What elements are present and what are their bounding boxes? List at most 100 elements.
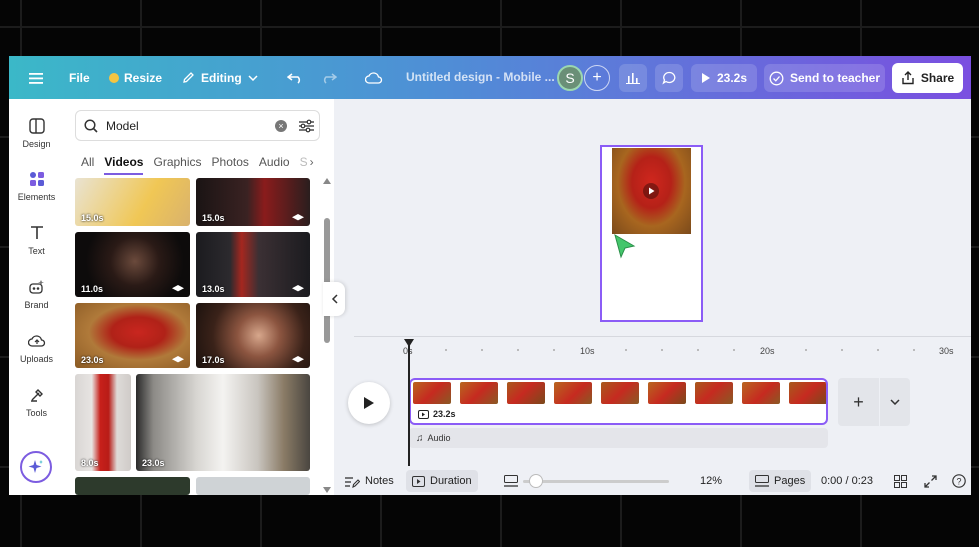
timeline-play-button[interactable] <box>348 382 390 424</box>
video-tile[interactable]: 23.0s <box>136 374 310 471</box>
rail-label-design: Design <box>22 139 51 149</box>
rail-item-brand[interactable]: Brand <box>9 277 64 310</box>
scrollbar-thumb[interactable] <box>324 218 330 343</box>
rail-label-elements: Elements <box>17 192 56 202</box>
ruler-label-10s: 10s <box>580 346 595 356</box>
rail-item-uploads[interactable]: Uploads <box>9 331 64 364</box>
design-page[interactable] <box>600 145 703 322</box>
video-tile[interactable]: 17.0s <box>196 303 310 368</box>
notes-button[interactable]: Notes <box>345 470 394 492</box>
video-tile[interactable]: 8.0s <box>75 374 131 471</box>
search-box[interactable]: Model × <box>75 110 320 141</box>
resize-label: Resize <box>124 70 163 85</box>
scroll-up-arrow[interactable] <box>323 178 331 184</box>
video-duration: 11.0s <box>81 284 104 294</box>
grid-view-icon[interactable] <box>894 470 907 492</box>
video-tile[interactable]: 11.0s <box>75 232 190 297</box>
add-page-button[interactable]: + <box>838 378 879 426</box>
filter-icon[interactable] <box>299 119 314 133</box>
video-play-icon[interactable] <box>643 183 659 199</box>
clear-search-icon[interactable]: × <box>275 120 287 132</box>
share-button[interactable]: Share <box>892 63 963 93</box>
ruler-tick <box>841 349 843 351</box>
plus-icon: + <box>853 391 864 412</box>
video-duration: 23.0s <box>142 458 165 468</box>
video-track[interactable]: 23.2s <box>409 378 828 425</box>
tab-audio[interactable]: Audio <box>259 155 290 175</box>
fullscreen-icon[interactable] <box>924 470 937 492</box>
playhead[interactable] <box>408 340 410 466</box>
pencil-icon <box>183 72 194 83</box>
ruler-tick <box>805 349 807 351</box>
rail-item-text[interactable]: Text <box>9 223 64 256</box>
undo-icon[interactable] <box>287 56 303 99</box>
pages-button[interactable]: Pages <box>749 470 812 492</box>
design-icon <box>9 116 64 136</box>
send-to-teacher-label: Send to teacher <box>789 71 881 85</box>
ruler-tick <box>733 349 735 351</box>
video-tile[interactable]: 13.0s <box>196 232 310 297</box>
file-menu[interactable]: File <box>69 56 90 99</box>
cloud-save-icon[interactable] <box>365 56 383 99</box>
resize-button[interactable]: Resize <box>109 56 162 99</box>
present-button[interactable]: 23.2s <box>691 64 757 92</box>
left-rail: Design Elements Text Brand Uploads Tools <box>9 99 64 495</box>
editing-dropdown[interactable]: Editing <box>182 56 258 99</box>
tab-more[interactable]: S <box>300 155 308 175</box>
video-duration: 15.0s <box>81 213 104 223</box>
tab-graphics[interactable]: Graphics <box>153 155 201 175</box>
avatar[interactable]: S <box>557 65 583 91</box>
add-page-options-button[interactable] <box>880 378 910 426</box>
rail-item-design[interactable]: Design <box>9 116 64 149</box>
video-element[interactable] <box>612 148 691 234</box>
zoom-level[interactable]: 12% <box>700 470 722 492</box>
comments-button[interactable] <box>655 64 683 92</box>
document-title[interactable]: Untitled design - Mobile ... <box>406 70 555 84</box>
search-input[interactable]: Model <box>106 119 139 133</box>
comment-icon <box>662 71 676 85</box>
video-tile[interactable]: 23.0s <box>75 303 190 368</box>
rail-item-tools[interactable]: Tools <box>9 385 64 418</box>
tab-all[interactable]: All <box>81 155 94 175</box>
zoom-slider[interactable] <box>523 480 669 483</box>
insights-button[interactable] <box>619 64 647 92</box>
zoom-slider-thumb[interactable] <box>529 474 543 488</box>
rail-item-elements[interactable]: Elements <box>9 169 64 202</box>
check-circle-icon <box>769 71 784 85</box>
elements-icon <box>9 169 64 189</box>
help-icon[interactable]: ? <box>952 470 966 492</box>
track-frame <box>554 382 592 404</box>
add-collaborator-button[interactable]: + <box>584 65 610 91</box>
tab-photos[interactable]: Photos <box>212 155 249 175</box>
send-to-teacher-button[interactable]: Send to teacher <box>764 64 885 92</box>
rail-label-tools: Tools <box>25 408 47 418</box>
video-tile[interactable]: 15.0s <box>196 178 310 226</box>
pages-icon <box>755 475 769 487</box>
track-frame <box>413 382 451 404</box>
audio-track[interactable]: ♫ Audio <box>409 428 828 448</box>
track-duration: 23.2s <box>418 409 456 419</box>
text-icon <box>9 223 64 243</box>
tab-videos[interactable]: Videos <box>104 155 144 175</box>
crown-icon <box>109 72 119 83</box>
redo-icon[interactable] <box>321 56 337 99</box>
scroll-down-arrow[interactable] <box>323 487 331 493</box>
duration-button[interactable]: Duration <box>406 470 478 492</box>
timeline-divider <box>354 336 971 337</box>
premium-icon <box>172 285 184 292</box>
chevron-right-icon[interactable]: › <box>310 155 314 175</box>
video-icon <box>418 409 429 419</box>
timeline-ruler <box>409 349 959 351</box>
elements-panel: Model × All Videos Graphics Photos Audio… <box>64 99 334 495</box>
video-tile[interactable] <box>75 477 190 495</box>
video-tile[interactable] <box>196 477 310 495</box>
panel-scrollbar[interactable] <box>323 178 331 495</box>
ruler-tick <box>661 349 663 351</box>
chevron-down-icon <box>248 74 258 81</box>
video-tile[interactable]: 15.0s <box>75 178 190 226</box>
menu-icon[interactable] <box>29 56 43 99</box>
ruler-tick <box>625 349 627 351</box>
timeline-toggle-icon[interactable] <box>504 470 518 492</box>
collapse-panel-button[interactable] <box>323 282 345 316</box>
magic-assistant-button[interactable] <box>20 451 52 483</box>
